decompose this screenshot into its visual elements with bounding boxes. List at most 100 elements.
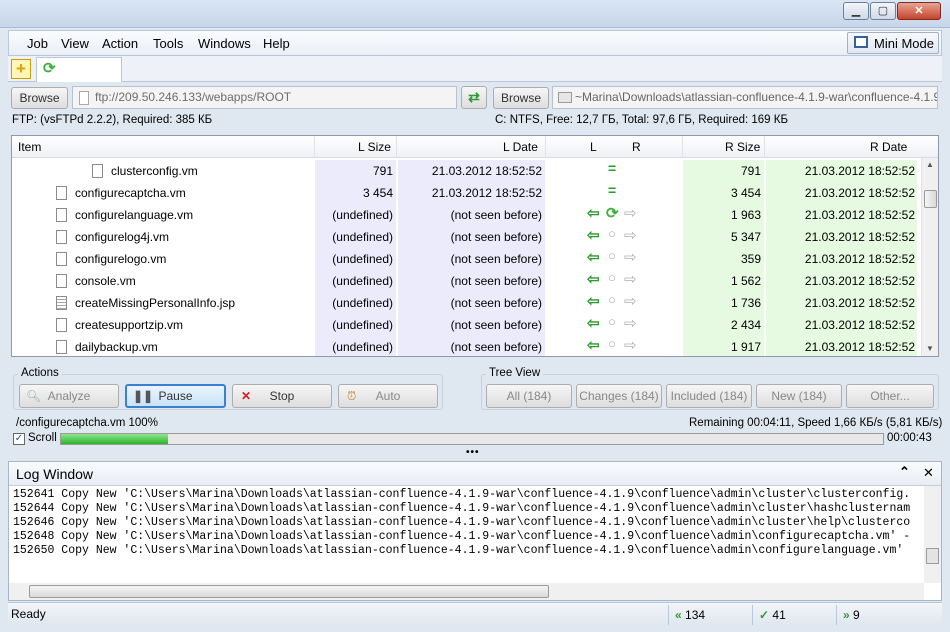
- scroll-up-icon[interactable]: ▲: [926, 160, 934, 169]
- left-path-field[interactable]: ftp://209.50.246.133/webapps/ROOT: [72, 86, 457, 109]
- auto-button[interactable]: ⏰︎ Auto: [338, 384, 438, 408]
- menu-action[interactable]: Action: [102, 36, 138, 51]
- col-r[interactable]: R: [632, 140, 641, 154]
- item-name: configurecaptcha.vm: [56, 182, 186, 204]
- swap-paths-icon[interactable]: ⇄: [461, 86, 487, 109]
- ok-count-value: 41: [772, 608, 786, 622]
- log-hscroll[interactable]: [9, 583, 924, 600]
- right-path-field[interactable]: ~Marina\Downloads\atlassian-confluence-4…: [552, 86, 938, 109]
- scroll-thumb[interactable]: [924, 190, 937, 208]
- collapse-icon[interactable]: ⌃: [899, 464, 910, 480]
- browse-left-button[interactable]: Browse: [11, 87, 68, 109]
- table-row[interactable]: configurelanguage.vm (undefined) (not seen…: [12, 204, 917, 226]
- file-icon: [92, 164, 103, 178]
- copy-right-arrow-icon[interactable]: ⇨: [624, 292, 637, 310]
- col-rsize[interactable]: R Size: [725, 140, 760, 154]
- item-name-text: configurelanguage.vm: [75, 208, 194, 222]
- item-name-text: configurelog4j.vm: [75, 230, 170, 244]
- skip-circle-icon[interactable]: ○: [608, 292, 616, 307]
- item-name: configurelogo.vm: [56, 248, 166, 270]
- elapsed-time: 00:00:43: [887, 432, 932, 444]
- left-info: FTP: (vsFTPd 2.2.2), Required: 385 КБ: [12, 114, 213, 126]
- item-name: dailybackup.vm: [56, 336, 158, 356]
- copy-left-arrow-icon[interactable]: ⇦: [587, 292, 600, 310]
- copy-right-arrow-icon[interactable]: ⇨: [624, 314, 637, 332]
- sync-icon[interactable]: ⟳: [606, 204, 619, 222]
- col-rdate[interactable]: R Date: [870, 140, 907, 154]
- pause-icon: ❚❚: [133, 389, 154, 403]
- pause-button[interactable]: ❚❚ Pause: [125, 384, 226, 408]
- copy-right-arrow-icon[interactable]: ⇨: [624, 248, 637, 266]
- scroll-checkbox[interactable]: ✓: [13, 433, 25, 445]
- right-size: 3 454: [683, 182, 764, 204]
- browse-right-button[interactable]: Browse: [493, 87, 549, 109]
- copy-left-arrow-icon[interactable]: ⇦: [587, 336, 600, 354]
- filter-new-button[interactable]: New (184): [756, 384, 842, 408]
- checkmark-icon: ✓: [759, 608, 770, 622]
- copy-left-arrow-icon[interactable]: ⇦: [587, 270, 600, 288]
- splitter-handle[interactable]: •••: [466, 447, 480, 458]
- menu-windows[interactable]: Windows: [198, 36, 251, 51]
- log-vscroll-thumb[interactable]: [926, 548, 939, 564]
- analyze-button[interactable]: 🔍︎ Analyze: [19, 384, 119, 408]
- filter-included-button[interactable]: Included (184): [666, 384, 752, 408]
- tab-current-job[interactable]: ⟳: [36, 57, 122, 82]
- filter-all-button[interactable]: All (184): [486, 384, 572, 408]
- table-row[interactable]: console.vm (undefined) (not seen before) ⇦ ○…: [12, 270, 917, 292]
- left-count-value: 134: [685, 608, 706, 622]
- skip-circle-icon[interactable]: ○: [608, 270, 616, 285]
- menu-view[interactable]: View: [61, 36, 89, 51]
- item-name: createsupportzip.vm: [56, 314, 183, 336]
- table-row[interactable]: clusterconfig.vm 791 21.03.2012 18:52:52 = 7…: [12, 160, 917, 182]
- stop-button[interactable]: ✕ Stop: [232, 384, 332, 408]
- add-tab-icon[interactable]: +: [11, 59, 31, 79]
- mini-mode-button[interactable]: Mini Mode: [847, 32, 939, 54]
- minimize-button[interactable]: ▁: [843, 2, 869, 20]
- table-row[interactable]: createMissingPersonalInfo.jsp (undefined)…: [12, 292, 917, 314]
- copy-left-arrow-icon[interactable]: ⇦: [587, 204, 600, 222]
- log-hscroll-thumb[interactable]: [29, 585, 549, 598]
- file-icon: [56, 318, 67, 332]
- filter-changes-button[interactable]: Changes (184): [576, 384, 662, 408]
- table-row[interactable]: dailybackup.vm (undefined) (not seen befor…: [12, 336, 917, 356]
- table-row[interactable]: configurecaptcha.vm 3 454 21.03.2012 18:52…: [12, 182, 917, 204]
- close-button[interactable]: ✕: [897, 2, 941, 20]
- col-l[interactable]: L: [590, 140, 597, 154]
- menu-bar: Job View Action Tools Windows Help Mini …: [8, 30, 942, 56]
- menu-job[interactable]: Job: [27, 36, 48, 51]
- left-date: (not seen before): [397, 226, 545, 248]
- item-name-text: configurecaptcha.vm: [75, 186, 186, 200]
- copy-right-arrow-icon[interactable]: ⇨: [624, 204, 637, 222]
- equal-icon: =: [608, 160, 617, 176]
- skip-circle-icon[interactable]: ○: [608, 226, 616, 241]
- menu-tools[interactable]: Tools: [153, 36, 183, 51]
- double-left-arrow-icon: «: [675, 608, 682, 622]
- maximize-button[interactable]: ▢: [870, 2, 896, 20]
- copy-right-arrow-icon[interactable]: ⇨: [624, 336, 637, 354]
- status-text: Ready: [11, 607, 46, 621]
- copy-left-arrow-icon[interactable]: ⇦: [587, 248, 600, 266]
- log-vscroll[interactable]: [924, 486, 941, 583]
- auto-label: Auto: [375, 389, 401, 403]
- table-scrollbar[interactable]: ▲ ▼: [921, 158, 938, 356]
- copy-right-arrow-icon[interactable]: ⇨: [624, 226, 637, 244]
- left-date: (not seen before): [397, 270, 545, 292]
- skip-circle-icon[interactable]: ○: [608, 336, 616, 351]
- skip-circle-icon[interactable]: ○: [608, 248, 616, 263]
- menu-help[interactable]: Help: [263, 36, 290, 51]
- right-date: 21.03.2012 18:52:52: [765, 226, 917, 248]
- table-row[interactable]: createsupportzip.vm (undefined) (not seen …: [12, 314, 917, 336]
- copy-left-arrow-icon[interactable]: ⇦: [587, 314, 600, 332]
- scroll-down-icon[interactable]: ▼: [926, 344, 934, 353]
- copy-left-arrow-icon[interactable]: ⇦: [587, 226, 600, 244]
- table-row[interactable]: configurelog4j.vm (undefined) (not seen be…: [12, 226, 917, 248]
- col-item[interactable]: Item: [18, 140, 41, 154]
- col-lsize[interactable]: L Size: [358, 140, 391, 154]
- copy-right-arrow-icon[interactable]: ⇨: [624, 270, 637, 288]
- table-row[interactable]: configurelogo.vm (undefined) (not seen bef…: [12, 248, 917, 270]
- col-ldate[interactable]: L Date: [503, 140, 538, 154]
- filter-other-button[interactable]: Other...: [846, 384, 934, 408]
- skip-circle-icon[interactable]: ○: [608, 314, 616, 329]
- left-size: (undefined): [315, 248, 396, 270]
- close-log-icon[interactable]: ✕: [923, 465, 934, 481]
